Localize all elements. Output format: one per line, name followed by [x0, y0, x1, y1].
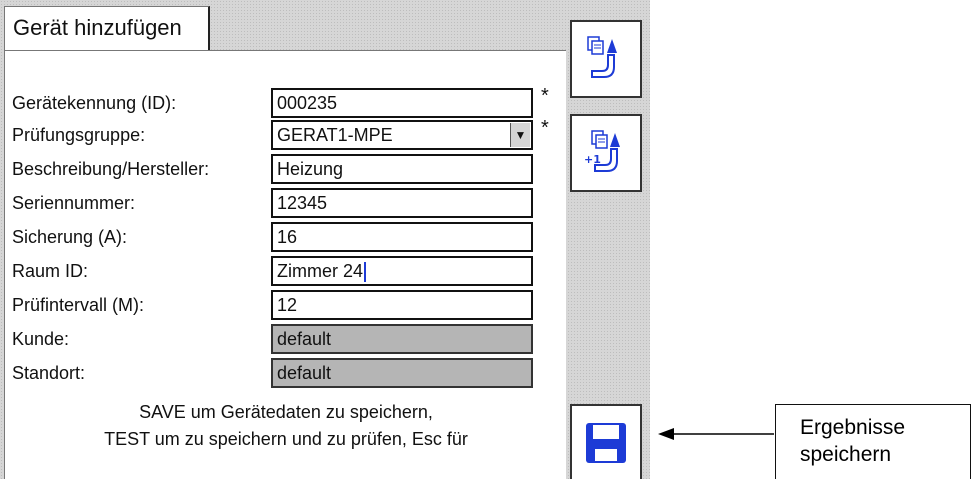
dropdown-arrow-icon[interactable]: ▼	[510, 123, 530, 147]
device-id-field[interactable]: 000235	[271, 88, 533, 118]
callout-line1: Ergebnisse	[800, 416, 906, 439]
test-interval-field[interactable]: 12	[271, 290, 533, 320]
copy-device-increment-icon: +1	[584, 130, 620, 172]
required-marker: *	[541, 85, 549, 107]
device-screen: Gerät hinzufügen Gerätekennung (ID): 000…	[0, 0, 650, 479]
required-marker: *	[541, 117, 549, 139]
tab-add-device[interactable]: Gerät hinzufügen	[4, 6, 210, 50]
test-group-select[interactable]: GERAT1-MPE ▼	[271, 120, 533, 150]
svg-text:+1: +1	[584, 153, 601, 166]
room-id-value: Zimmer 24	[277, 261, 364, 281]
copy-device-increment-button[interactable]: +1	[570, 114, 642, 192]
row-device-id: Gerätekennung (ID): 000235 *	[5, 85, 567, 121]
callout-arrow	[658, 428, 774, 440]
fuse-field[interactable]: 16	[271, 222, 533, 252]
room-id-field[interactable]: Zimmer 24	[271, 256, 533, 286]
description-field[interactable]: Heizung	[271, 154, 533, 184]
test-interval-label: Prüfintervall (M):	[12, 295, 145, 315]
customer-field: default	[271, 324, 533, 354]
fuse-label: Sicherung (A):	[12, 227, 128, 247]
description-label: Beschreibung/Hersteller:	[12, 159, 210, 179]
row-fuse: Sicherung (A): 16	[5, 221, 567, 255]
location-field: default	[271, 358, 533, 388]
row-test-interval: Prüfintervall (M): 12	[5, 289, 567, 323]
callout-line2: speichern	[800, 443, 892, 466]
test-group-label: Prüfungsgruppe:	[12, 125, 146, 145]
row-test-group: Prüfungsgruppe: GERAT1-MPE ▼ *	[5, 117, 567, 153]
customer-label: Kunde:	[12, 329, 70, 349]
help-text-line2: TEST um zu speichern und zu prüfen, Esc …	[104, 429, 468, 449]
copy-device-icon	[587, 36, 617, 78]
location-label: Standort:	[12, 363, 86, 383]
row-location: Standort: default	[5, 357, 567, 391]
row-customer: Kunde: default	[5, 323, 567, 357]
text-cursor	[364, 262, 367, 283]
device-id-label: Gerätekennung (ID):	[12, 93, 177, 113]
room-id-label: Raum ID:	[12, 261, 89, 281]
device-form: Gerätekennung (ID): 000235 * Prüfungsgru…	[4, 50, 566, 479]
save-disk-icon	[586, 422, 626, 463]
tab-label: Gerät hinzufügen	[13, 15, 182, 40]
serial-number-label: Seriennummer:	[12, 193, 136, 213]
row-description: Beschreibung/Hersteller: Heizung	[5, 153, 567, 187]
callout-save-results: Ergebnisse speichern	[775, 404, 971, 479]
row-room-id: Raum ID: Zimmer 24	[5, 255, 567, 289]
help-text-line1: SAVE um Gerätedaten zu speichern,	[139, 402, 433, 422]
serial-number-field[interactable]: 12345	[271, 188, 533, 218]
save-results-button[interactable]	[570, 404, 642, 479]
test-group-value: GERAT1-MPE	[277, 125, 393, 145]
copy-device-button[interactable]	[570, 20, 642, 98]
row-serial-number: Seriennummer: 12345	[5, 187, 567, 221]
